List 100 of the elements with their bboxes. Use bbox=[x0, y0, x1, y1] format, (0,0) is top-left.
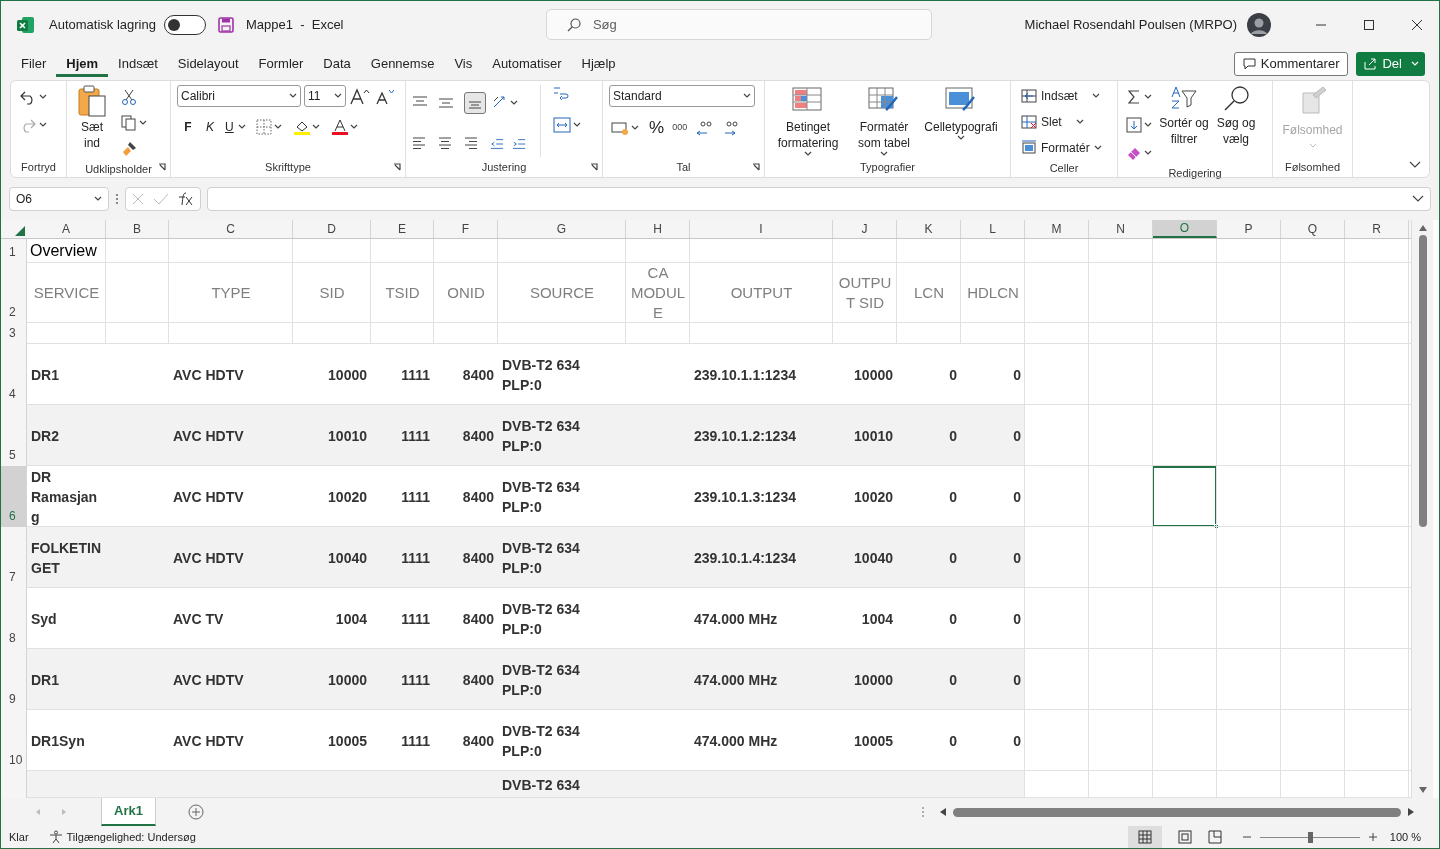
align-bottom-button[interactable] bbox=[464, 91, 486, 114]
font-name-field[interactable]: Calibri bbox=[177, 85, 301, 107]
grow-font-icon[interactable] bbox=[349, 87, 371, 105]
styles-button[interactable]: Celletypografi bbox=[921, 87, 1001, 157]
column-header[interactable]: D bbox=[293, 220, 371, 238]
formula-input[interactable] bbox=[207, 187, 1431, 211]
menu-tab[interactable]: Formler bbox=[248, 51, 314, 77]
dialog-launcher-icon[interactable] bbox=[393, 163, 401, 171]
row-header[interactable]: 10 bbox=[1, 710, 27, 771]
menu-tab[interactable]: Automatiser bbox=[482, 51, 572, 77]
editing-button[interactable]: Sortér og filtrer bbox=[1158, 85, 1210, 165]
page-layout-icon[interactable] bbox=[1177, 830, 1192, 844]
scroll-up-icon[interactable] bbox=[1417, 224, 1428, 232]
cells-button[interactable]: Formatér bbox=[1021, 137, 1102, 159]
column-header[interactable]: G bbox=[498, 220, 626, 238]
row-header[interactable]: 6 bbox=[1, 466, 27, 527]
comments-button[interactable]: Kommentarer bbox=[1233, 52, 1349, 76]
normal-view-button[interactable] bbox=[1127, 826, 1162, 848]
bold-button[interactable]: F bbox=[181, 118, 195, 136]
column-header[interactable]: Q bbox=[1281, 220, 1345, 238]
row-header[interactable]: 8 bbox=[1, 588, 27, 649]
select-all-icon[interactable] bbox=[15, 226, 25, 236]
menu-tab[interactable]: Indsæt bbox=[108, 51, 168, 77]
zoom-level[interactable]: 100 % bbox=[1389, 828, 1421, 846]
dialog-launcher-icon[interactable] bbox=[590, 163, 598, 171]
accessibility-button[interactable]: Tilgængelighed: Undersøg bbox=[48, 828, 196, 846]
table-cell-text: 1111 bbox=[401, 609, 430, 629]
menu-tab[interactable]: Sidelayout bbox=[167, 51, 249, 77]
row-header[interactable]: 4 bbox=[1, 344, 27, 405]
chevron-down-icon bbox=[957, 135, 965, 141]
column-header[interactable]: K bbox=[897, 220, 961, 238]
zoom-slider-thumb[interactable] bbox=[1307, 831, 1313, 843]
column-header[interactable]: E bbox=[371, 220, 434, 238]
horizontal-scrollbar-thumb[interactable] bbox=[952, 807, 1401, 817]
collapse-ribbon-icon[interactable] bbox=[1409, 161, 1421, 169]
row-header[interactable]: 9 bbox=[1, 649, 27, 710]
share-button[interactable]: Del bbox=[1356, 52, 1425, 76]
align-right-icon[interactable] bbox=[464, 135, 480, 152]
dialog-launcher-icon[interactable] bbox=[158, 163, 166, 171]
page-break-icon[interactable] bbox=[1207, 830, 1222, 844]
column-header[interactable]: H bbox=[626, 220, 690, 238]
column-header[interactable]: I bbox=[690, 220, 833, 238]
table-cell-text: 1111 bbox=[401, 731, 430, 751]
column-header[interactable]: R bbox=[1345, 220, 1409, 238]
zoom-in-icon[interactable] bbox=[1367, 832, 1378, 842]
column-header[interactable]: L bbox=[961, 220, 1025, 238]
scroll-left-icon[interactable] bbox=[938, 807, 947, 817]
column-header[interactable]: O bbox=[1153, 220, 1217, 238]
menu-tab[interactable]: Data bbox=[313, 51, 361, 77]
row-header[interactable]: 2 bbox=[1, 263, 27, 323]
editing-button[interactable]: Søg og vælg bbox=[1214, 85, 1258, 165]
column-header[interactable]: M bbox=[1025, 220, 1089, 238]
menu-tab[interactable]: Gennemse bbox=[360, 51, 445, 77]
add-sheet-icon[interactable] bbox=[187, 804, 204, 820]
save-icon[interactable] bbox=[217, 16, 234, 33]
row-header[interactable]: 1 bbox=[1, 239, 27, 263]
shrink-font-icon[interactable] bbox=[374, 87, 396, 105]
font-size-field[interactable]: 11 bbox=[304, 85, 346, 107]
avatar-icon[interactable] bbox=[1247, 12, 1271, 37]
align-center-icon[interactable] bbox=[438, 135, 454, 152]
menu-tab[interactable]: Hjem bbox=[56, 51, 109, 77]
column-header[interactable]: P bbox=[1217, 220, 1281, 238]
vertical-scrollbar-thumb[interactable] bbox=[1418, 235, 1427, 527]
name-box[interactable]: O6 bbox=[9, 187, 109, 211]
menu-tab[interactable]: Vis bbox=[444, 51, 483, 77]
percent-button[interactable]: % bbox=[649, 115, 665, 141]
scroll-right-icon[interactable] bbox=[1407, 807, 1415, 817]
cells-button[interactable]: Slet bbox=[1021, 111, 1102, 133]
column-header[interactable]: J bbox=[833, 220, 897, 238]
column-header[interactable]: B bbox=[106, 220, 169, 238]
number-format-field[interactable]: Standard bbox=[609, 85, 755, 107]
column-header[interactable]: A bbox=[27, 220, 106, 238]
more-icon[interactable] bbox=[115, 193, 119, 205]
cells-button[interactable]: Indsæt bbox=[1021, 85, 1102, 107]
autosave-toggle[interactable] bbox=[163, 14, 206, 35]
menu-tab[interactable]: Filer bbox=[11, 51, 57, 77]
paste-button[interactable]: Sæt ind bbox=[73, 85, 111, 161]
thousands-button[interactable]: 000 bbox=[672, 121, 688, 135]
search-field[interactable]: Søg bbox=[545, 9, 932, 40]
styles-button[interactable]: Betinget formatering bbox=[769, 87, 847, 157]
styles-button[interactable]: Formatér som tabel bbox=[849, 87, 919, 157]
chevron-down-icon[interactable] bbox=[1412, 195, 1424, 203]
scroll-down-icon[interactable] bbox=[1417, 786, 1428, 794]
underline-button[interactable]: U bbox=[225, 118, 246, 136]
wrap-text-icon[interactable] bbox=[551, 85, 569, 103]
insert-function-icon[interactable] bbox=[177, 192, 195, 206]
sheet-tab[interactable]: Ark1 bbox=[101, 798, 156, 826]
maximize-icon[interactable] bbox=[1363, 18, 1375, 31]
increase-decimal-icon[interactable] bbox=[695, 119, 714, 136]
close-icon[interactable] bbox=[1411, 18, 1423, 31]
column-header[interactable]: C bbox=[169, 220, 293, 238]
italic-button[interactable]: K bbox=[203, 118, 217, 136]
column-header[interactable]: F bbox=[434, 220, 498, 238]
dialog-launcher-icon[interactable] bbox=[752, 163, 760, 171]
menu-tab[interactable]: Hjælp bbox=[571, 51, 626, 77]
align-left-icon[interactable] bbox=[412, 135, 428, 152]
row-header[interactable]: 3 bbox=[1, 323, 27, 344]
row-header[interactable]: 7 bbox=[1, 527, 27, 588]
row-header[interactable]: 5 bbox=[1, 405, 27, 466]
chevron-down-icon bbox=[1091, 93, 1100, 99]
